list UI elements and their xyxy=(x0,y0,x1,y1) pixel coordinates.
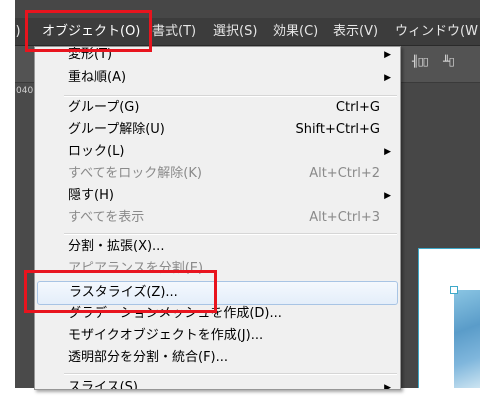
menu-window[interactable]: ウィンドウ(W xyxy=(395,18,478,45)
menu-item-lock[interactable]: ロック(L) ▶ xyxy=(35,141,400,163)
menu-item-shortcut: Shift+Ctrl+G xyxy=(295,122,380,137)
menu-item-label: すべてをロック解除(K) xyxy=(68,166,202,181)
submenu-arrow-icon: ▶ xyxy=(384,191,391,201)
menu-item-label: グループ(G) xyxy=(68,100,140,115)
submenu-arrow-icon: ▶ xyxy=(384,73,391,83)
menu-item-label: モザイクオブジェクトを作成(J)... xyxy=(68,328,264,343)
menu-item-label: 隠す(H) xyxy=(68,188,114,203)
menu-item-shortcut: Alt+Ctrl+2 xyxy=(309,166,380,181)
object-menu-dropdown: 変形(T) ▶ 重ね順(A) ▶ グループ(G) Ctrl+G グループ解除(U… xyxy=(34,46,401,390)
menu-item-create-object-mosaic[interactable]: モザイクオブジェクトを作成(J)... xyxy=(35,325,400,347)
menu-item-expand[interactable]: 分割・拡張(X)... xyxy=(35,236,400,258)
menu-separator xyxy=(64,233,397,235)
menu-item-label: スライス(S) xyxy=(68,380,139,390)
menu-item-label: すべてを表示 xyxy=(68,210,145,225)
tools-panel xyxy=(15,83,35,388)
menu-item-label: 分割・拡張(X)... xyxy=(68,239,165,254)
ruler-value: 040 xyxy=(16,86,34,96)
menu-item-ungroup[interactable]: グループ解除(U) Shift+Ctrl+G xyxy=(35,119,400,141)
annotation-highlight-object-menu xyxy=(25,10,152,52)
menu-item-label: グループ解除(U) xyxy=(68,122,165,137)
menu-item-shortcut: Alt+Ctrl+3 xyxy=(309,210,380,225)
menu-item-shortcut: Ctrl+G xyxy=(335,100,380,115)
placed-image[interactable] xyxy=(454,290,480,388)
align-center-icon[interactable]: ╢▯▯ xyxy=(412,55,429,71)
annotation-highlight-rasterize xyxy=(24,270,217,313)
menu-edit[interactable]: ｪ) xyxy=(15,18,21,45)
menu-item-label: ロック(L) xyxy=(68,144,125,159)
menu-item-flatten-transparency[interactable]: 透明部分を分割・統合(F)... xyxy=(35,347,400,369)
artboard[interactable] xyxy=(418,248,480,388)
menu-select[interactable]: 選択(S) xyxy=(213,18,257,45)
menu-item-group[interactable]: グループ(G) Ctrl+G xyxy=(35,97,400,119)
menu-separator xyxy=(64,373,397,375)
align-bottom-icon[interactable]: ╨▯ xyxy=(443,55,455,71)
submenu-arrow-icon: ▶ xyxy=(384,50,391,60)
menu-item-hide[interactable]: 隠す(H) ▶ xyxy=(35,185,400,207)
menu-item-show-all: すべてを表示 Alt+Ctrl+3 xyxy=(35,207,400,229)
menu-effect[interactable]: 効果(C) xyxy=(273,18,318,45)
menu-item-unlock-all: すべてをロック解除(K) Alt+Ctrl+2 xyxy=(35,163,400,185)
menu-item-label: 透明部分を分割・統合(F)... xyxy=(68,350,229,365)
selection-handle[interactable] xyxy=(450,286,458,294)
menu-item-slice[interactable]: スライス(S) ▶ xyxy=(35,377,400,390)
submenu-arrow-icon: ▶ xyxy=(384,383,391,390)
submenu-arrow-icon: ▶ xyxy=(384,147,391,157)
menu-item-label: 重ね順(A) xyxy=(68,70,127,85)
menu-view[interactable]: 表示(V) xyxy=(333,18,378,45)
menu-type[interactable]: 書式(T) xyxy=(152,18,196,45)
menu-item-arrange[interactable]: 重ね順(A) ▶ xyxy=(35,67,400,89)
